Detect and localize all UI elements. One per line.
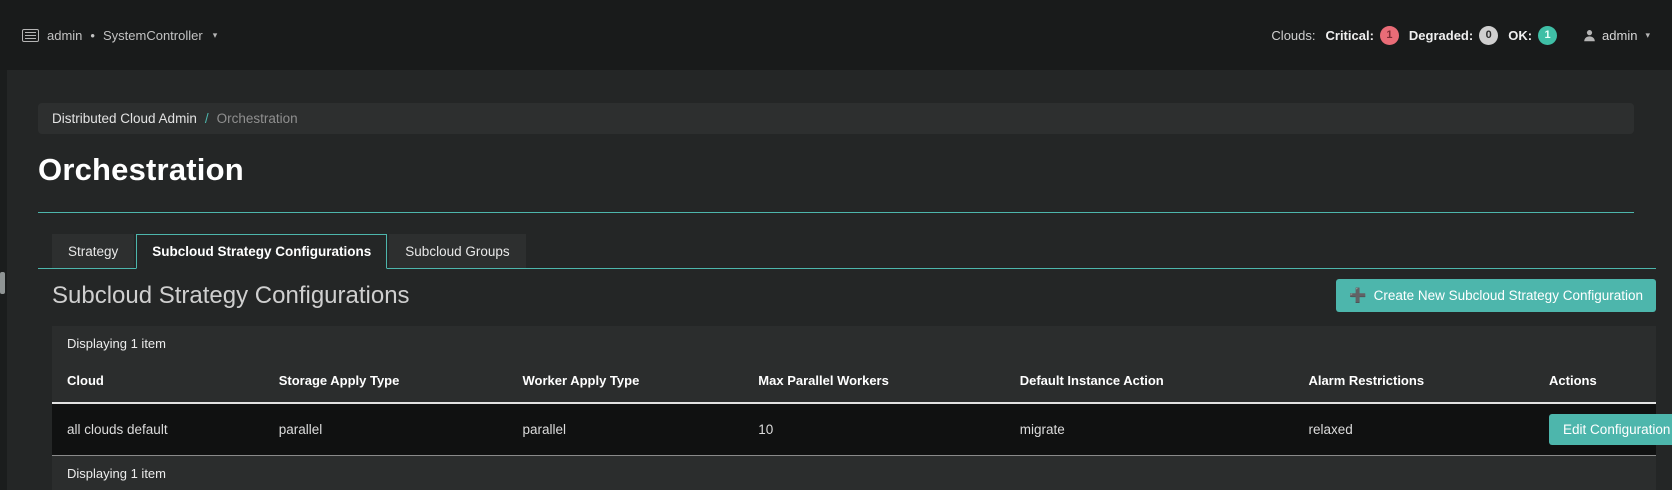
column-header-default-instance-action: Default Instance Action xyxy=(1005,361,1294,403)
configurations-table: Cloud Storage Apply Type Worker Apply Ty… xyxy=(52,361,1656,456)
status-critical-badge: 1 xyxy=(1380,26,1399,45)
navbar-right: Clouds: Critical: 1 Degraded: 0 OK: 1 ad… xyxy=(1271,26,1650,45)
project-name: admin xyxy=(47,28,82,43)
project-list-icon xyxy=(22,29,39,42)
project-region-separator: • xyxy=(90,28,95,43)
user-menu[interactable]: admin ▾ xyxy=(1583,28,1650,43)
tab-subcloud-strategy-configurations[interactable]: Subcloud Strategy Configurations xyxy=(136,234,387,269)
configurations-table-panel: Displaying 1 item Cloud Storage Apply Ty… xyxy=(52,326,1656,490)
edit-configuration-button[interactable]: Edit Configuration xyxy=(1549,414,1672,445)
cell-max-parallel-workers: 10 xyxy=(743,403,1004,456)
column-header-max-parallel-workers: Max Parallel Workers xyxy=(743,361,1004,403)
section-title: Subcloud Strategy Configurations xyxy=(52,282,410,310)
column-header-worker-apply-type: Worker Apply Type xyxy=(508,361,744,403)
user-name: admin xyxy=(1602,28,1637,43)
status-degraded-label: Degraded: xyxy=(1409,28,1473,43)
page-title: Orchestration xyxy=(38,152,1634,188)
cell-storage-apply-type: parallel xyxy=(264,403,508,456)
table-row: all clouds default parallel parallel 10 … xyxy=(52,403,1656,456)
context-switcher[interactable]: admin • SystemController ▾ xyxy=(22,28,217,43)
table-count-top: Displaying 1 item xyxy=(52,326,1656,361)
cell-actions: Edit Configuration xyxy=(1534,403,1656,456)
breadcrumb: Distributed Cloud Admin / Orchestration xyxy=(38,103,1634,134)
plus-icon: ➕ xyxy=(1349,287,1366,304)
cell-cloud: all clouds default xyxy=(52,403,264,456)
user-icon xyxy=(1583,29,1596,42)
region-name: SystemController xyxy=(103,28,203,43)
status-critical-label: Critical: xyxy=(1326,28,1374,43)
section-header: Subcloud Strategy Configurations ➕ Creat… xyxy=(52,279,1656,312)
tab-content: Subcloud Strategy Configurations ➕ Creat… xyxy=(52,279,1656,490)
cell-alarm-restrictions: relaxed xyxy=(1293,403,1534,456)
create-button-label: Create New Subcloud Strategy Configurati… xyxy=(1374,288,1643,303)
table-count-bottom: Displaying 1 item xyxy=(52,456,1656,490)
create-subcloud-strategy-configuration-button[interactable]: ➕ Create New Subcloud Strategy Configura… xyxy=(1336,279,1656,312)
clouds-status-summary: Clouds: Critical: 1 Degraded: 0 OK: 1 xyxy=(1271,26,1557,45)
tab-strategy[interactable]: Strategy xyxy=(52,234,134,268)
cell-default-instance-action: migrate xyxy=(1005,403,1294,456)
status-ok-badge: 1 xyxy=(1538,26,1557,45)
column-header-alarm-restrictions: Alarm Restrictions xyxy=(1293,361,1534,403)
top-navbar: admin • SystemController ▾ Clouds: Criti… xyxy=(0,0,1672,70)
table-header-row: Cloud Storage Apply Type Worker Apply Ty… xyxy=(52,361,1656,403)
breadcrumb-current: Orchestration xyxy=(217,111,298,126)
breadcrumb-link-distributed-cloud-admin[interactable]: Distributed Cloud Admin xyxy=(52,111,197,126)
status-degraded: Degraded: 0 xyxy=(1409,26,1498,45)
tab-subcloud-groups[interactable]: Subcloud Groups xyxy=(389,234,525,268)
page-content: Distributed Cloud Admin / Orchestration … xyxy=(0,103,1672,490)
status-ok: OK: 1 xyxy=(1508,26,1557,45)
tab-bar: Strategy Subcloud Strategy Configuration… xyxy=(38,234,1656,269)
breadcrumb-separator: / xyxy=(205,111,209,126)
title-divider xyxy=(38,212,1634,213)
status-degraded-badge: 0 xyxy=(1479,26,1498,45)
caret-down-icon: ▾ xyxy=(1645,30,1650,41)
column-header-cloud: Cloud xyxy=(52,361,264,403)
cell-worker-apply-type: parallel xyxy=(508,403,744,456)
column-header-storage-apply-type: Storage Apply Type xyxy=(264,361,508,403)
status-critical: Critical: 1 xyxy=(1326,26,1399,45)
status-ok-label: OK: xyxy=(1508,28,1532,43)
caret-down-icon: ▾ xyxy=(213,30,218,41)
column-header-actions: Actions xyxy=(1534,361,1656,403)
clouds-label: Clouds: xyxy=(1271,28,1315,43)
